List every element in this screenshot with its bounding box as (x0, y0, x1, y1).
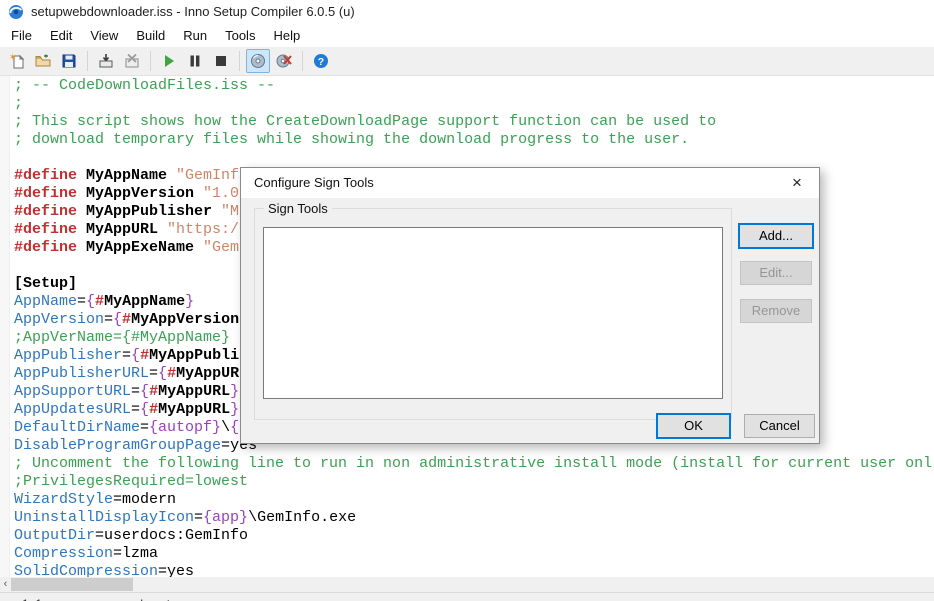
close-icon[interactable]: × (785, 171, 809, 195)
code-line: ;PrivilegesRequired=lowest (14, 473, 249, 490)
new-script-button[interactable]: ✶ (5, 49, 29, 73)
menu-tools[interactable]: Tools (216, 25, 264, 46)
horizontal-scrollbar[interactable]: ‹ (0, 577, 934, 592)
toolbar-separator (87, 51, 88, 71)
insert-mode-indicator: Insert (140, 597, 170, 601)
compile-icon (99, 54, 113, 68)
cancel-button[interactable]: Cancel (744, 414, 815, 438)
target-uninstall-cd-icon (276, 54, 292, 68)
menu-build[interactable]: Build (127, 25, 174, 46)
target-setup-cd-icon (251, 54, 265, 68)
svg-text:✶: ✶ (9, 53, 17, 62)
toolbar: ✶ ? (0, 47, 934, 76)
inno-setup-icon (8, 4, 24, 20)
toolbar-separator (150, 51, 151, 71)
target-setup-button[interactable] (246, 49, 270, 73)
scroll-left-arrow-icon[interactable]: ‹ (0, 577, 11, 592)
code-line: ; download temporary files while showing… (14, 131, 690, 148)
menu-run[interactable]: Run (174, 25, 216, 46)
menubar: File Edit View Build Run Tools Help (0, 24, 934, 47)
code-line: SolidCompression=yes (14, 563, 195, 577)
toolbar-separator (239, 51, 240, 71)
open-folder-icon (35, 54, 51, 67)
scrollbar-thumb[interactable] (11, 578, 133, 591)
terminate-icon (216, 56, 226, 66)
help-icon: ? (314, 54, 328, 68)
window-titlebar: setupwebdownloader.iss - Inno Setup Comp… (0, 0, 934, 24)
sign-tools-listbox[interactable] (263, 227, 723, 399)
terminate-button[interactable] (209, 49, 233, 73)
open-script-button[interactable] (31, 49, 55, 73)
menu-view[interactable]: View (81, 25, 127, 46)
svg-text:?: ? (318, 56, 324, 68)
code-line: ; -- CodeDownloadFiles.iss -- (14, 77, 276, 94)
stop-compile-icon (125, 53, 139, 68)
target-uninstall-button[interactable] (272, 49, 296, 73)
menu-help[interactable]: Help (264, 25, 309, 46)
help-button[interactable]: ? (309, 49, 333, 73)
run-icon (165, 55, 174, 67)
save-icon (62, 54, 76, 68)
dialog-title: Configure Sign Tools (254, 175, 374, 190)
code-line: ; Uncomment the following line to run in… (14, 455, 933, 472)
stop-compile-button[interactable] (120, 49, 144, 73)
code-line: UninstallDisplayIcon={app}\GemInfo.exe (14, 509, 357, 526)
code-line: ; (14, 95, 24, 112)
statusbar: 1: 1 Insert (0, 592, 934, 601)
run-button[interactable] (157, 49, 181, 73)
code-line: WizardStyle=modern (14, 491, 177, 508)
code-line: Compression=lzma (14, 545, 159, 562)
remove-button[interactable]: Remove (740, 299, 812, 323)
code-line: OutputDir=userdocs:GemInfo (14, 527, 249, 544)
sign-tools-groupbox: Sign Tools (254, 201, 732, 420)
pause-button[interactable] (183, 49, 207, 73)
toolbar-separator (302, 51, 303, 71)
menu-edit[interactable]: Edit (41, 25, 81, 46)
caret-position: 1: 1 (22, 597, 42, 601)
menu-file[interactable]: File (2, 25, 41, 46)
ok-button[interactable]: OK (656, 413, 731, 439)
window-title: setupwebdownloader.iss - Inno Setup Comp… (31, 4, 355, 19)
save-script-button[interactable] (57, 49, 81, 73)
configure-sign-tools-dialog: Configure Sign Tools × Sign Tools Add...… (240, 167, 820, 444)
add-button[interactable]: Add... (738, 223, 814, 249)
new-script-icon: ✶ (9, 53, 25, 69)
code-line: ; This script shows how the CreateDownlo… (14, 113, 717, 130)
groupbox-label: Sign Tools (264, 201, 332, 216)
edit-button[interactable]: Edit... (740, 261, 812, 285)
pause-icon (190, 55, 200, 67)
dialog-titlebar: Configure Sign Tools × (241, 168, 819, 198)
compile-button[interactable] (94, 49, 118, 73)
